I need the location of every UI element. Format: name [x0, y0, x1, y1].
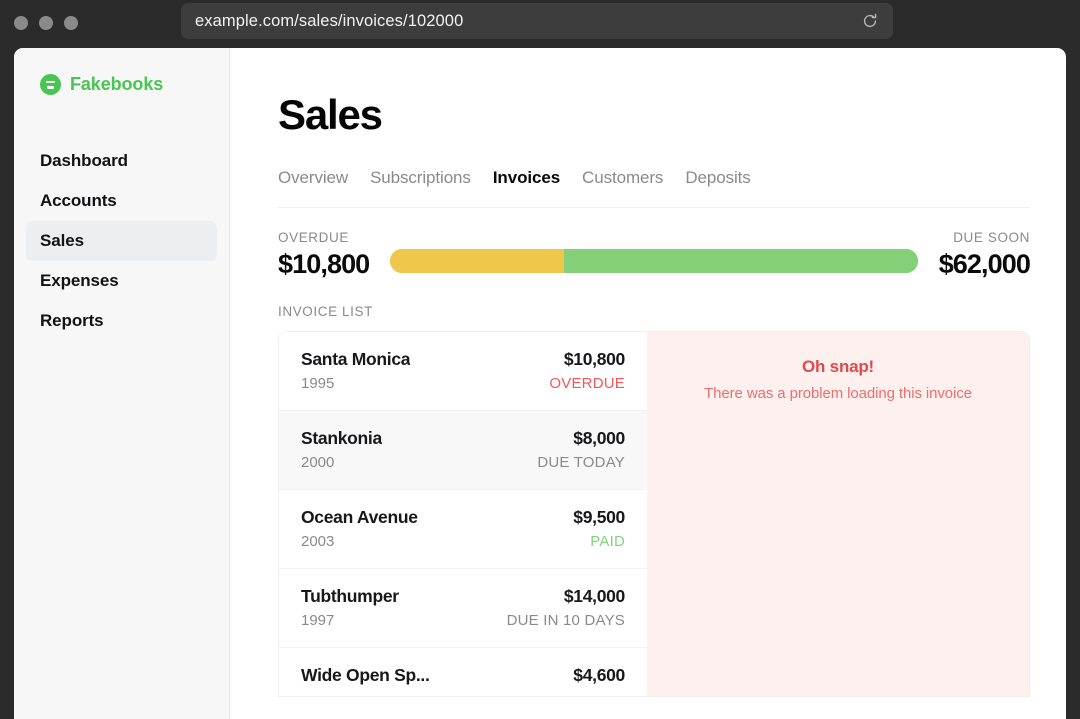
window-controls: [14, 15, 78, 30]
invoice-list: Santa Monica $10,800 1995 OVERDUE Stanko…: [279, 332, 647, 697]
overdue-amount: $10,800: [278, 249, 370, 279]
tab-subscriptions[interactable]: Subscriptions: [370, 168, 471, 188]
fakebooks-logo-icon: [40, 74, 61, 95]
due-soon-label: DUE SOON: [953, 230, 1030, 245]
url-text: example.com/sales/invoices/102000: [195, 11, 464, 30]
invoice-year: 1997: [301, 612, 335, 630]
invoice-row[interactable]: Tubthumper $14,000 1997 DUE IN 10 DAYS: [279, 569, 647, 649]
tab-customers[interactable]: Customers: [582, 168, 663, 188]
sidebar-item-label: Sales: [40, 231, 84, 250]
invoice-row[interactable]: Wide Open Sp... $4,600: [279, 648, 647, 696]
invoice-year: 2003: [301, 533, 335, 551]
sidebar-item-label: Expenses: [40, 271, 119, 290]
invoice-name: Ocean Avenue: [301, 507, 418, 528]
tab-divider: [278, 207, 1030, 208]
tab-bar: Overview Subscriptions Invoices Customer…: [278, 168, 1030, 188]
reload-icon[interactable]: [861, 12, 879, 30]
page-title: Sales: [278, 91, 383, 138]
tab-overview[interactable]: Overview: [278, 168, 348, 188]
close-window-button[interactable]: [14, 15, 28, 30]
sidebar-item-label: Accounts: [40, 191, 117, 210]
sidebar-item-expenses[interactable]: Expenses: [26, 261, 217, 301]
error-message: There was a problem loading this invoice: [704, 385, 972, 403]
invoice-year: 2000: [301, 454, 335, 472]
tab-invoices[interactable]: Invoices: [493, 168, 560, 188]
invoice-name: Santa Monica: [301, 349, 411, 370]
invoice-row[interactable]: Ocean Avenue $9,500 2003 PAID: [279, 490, 647, 570]
invoice-amount: $4,600: [573, 665, 625, 686]
invoice-status: DUE TODAY: [537, 454, 625, 472]
invoice-status: OVERDUE: [549, 375, 625, 393]
sidebar-item-dashboard[interactable]: Dashboard: [26, 141, 217, 181]
invoice-error-panel: Oh snap! There was a problem loading thi…: [647, 332, 1029, 697]
invoice-amount: $14,000: [563, 586, 625, 607]
invoice-progress-bar: [390, 249, 918, 274]
invoice-name: Wide Open Sp...: [301, 665, 430, 686]
progress-due-soon-segment: [564, 249, 918, 274]
invoice-panel: Santa Monica $10,800 1995 OVERDUE Stanko…: [278, 331, 1030, 698]
invoice-row[interactable]: Stankonia $8,000 2000 DUE TODAY: [279, 411, 647, 491]
sidebar-item-accounts[interactable]: Accounts: [26, 181, 217, 221]
totals-summary: OVERDUE $10,800 DUE SOON $62,000: [278, 230, 1031, 279]
invoice-name: Stankonia: [301, 428, 382, 449]
main-content: Sales Overview Subscriptions Invoices Cu…: [230, 48, 1066, 719]
sidebar: Fakebooks Dashboard Accounts Sales Expen…: [14, 48, 230, 719]
sidebar-item-label: Reports: [40, 311, 104, 330]
sidebar-item-sales[interactable]: Sales: [26, 221, 217, 261]
due-soon-total: DUE SOON $62,000: [938, 230, 1031, 279]
sidebar-item-reports[interactable]: Reports: [26, 301, 217, 341]
maximize-window-button[interactable]: [64, 15, 78, 30]
invoice-status: PAID: [590, 533, 625, 551]
error-title: Oh snap!: [801, 357, 875, 377]
app-window: Fakebooks Dashboard Accounts Sales Expen…: [14, 48, 1066, 719]
minimize-window-button[interactable]: [39, 15, 53, 30]
due-soon-amount: $62,000: [938, 249, 1031, 279]
invoice-year: 1995: [301, 375, 335, 393]
invoice-amount: $8,000: [573, 428, 625, 449]
brand[interactable]: Fakebooks: [14, 74, 229, 95]
sidebar-nav: Dashboard Accounts Sales Expenses Report…: [14, 141, 229, 341]
browser-chrome: example.com/sales/invoices/102000: [0, 0, 1080, 45]
invoice-amount: $9,500: [573, 507, 625, 528]
sidebar-item-label: Dashboard: [40, 151, 128, 170]
overdue-label: OVERDUE: [278, 230, 349, 245]
tab-deposits[interactable]: Deposits: [685, 168, 750, 188]
overdue-total: OVERDUE $10,800: [278, 230, 370, 279]
invoice-list-label: INVOICE LIST: [278, 304, 373, 320]
address-bar[interactable]: example.com/sales/invoices/102000: [181, 3, 893, 39]
progress-overdue-segment: [390, 249, 565, 274]
invoice-row[interactable]: Santa Monica $10,800 1995 OVERDUE: [279, 332, 647, 412]
invoice-amount: $10,800: [563, 349, 625, 370]
brand-name: Fakebooks: [70, 74, 164, 94]
invoice-status: DUE IN 10 DAYS: [506, 612, 625, 630]
invoice-name: Tubthumper: [301, 586, 399, 607]
